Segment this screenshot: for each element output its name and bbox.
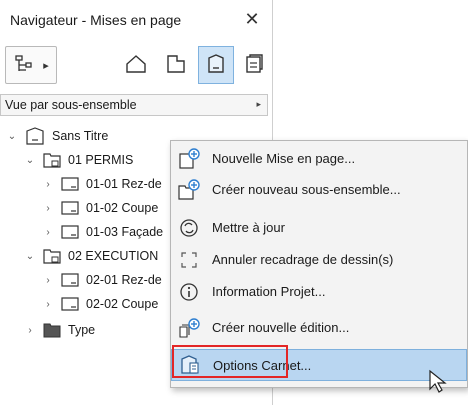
update-icon bbox=[177, 217, 201, 239]
tree-item-subset[interactable]: ⌄ 01 PERMIS bbox=[24, 148, 133, 172]
menu-item-label: Mettre à jour bbox=[212, 220, 285, 235]
chevron-right-icon[interactable]: › bbox=[42, 203, 54, 214]
layout-sheet-icon bbox=[60, 296, 80, 312]
layout-sheet-icon bbox=[60, 176, 80, 192]
menu-item-label: Créer nouvelle édition... bbox=[212, 320, 350, 335]
publisher-button[interactable] bbox=[238, 46, 270, 84]
menu-item-label: Annuler recadrage de dessin(s) bbox=[212, 252, 394, 267]
subset-folder-icon bbox=[42, 247, 62, 265]
chevron-right-icon[interactable]: › bbox=[24, 325, 36, 336]
layout-book-icon bbox=[204, 53, 228, 78]
master-folder-icon bbox=[42, 321, 62, 339]
menu-item-new-issue[interactable]: Créer nouvelle édition... bbox=[171, 313, 467, 343]
layout-map-button[interactable] bbox=[158, 46, 194, 84]
tree-item-root[interactable]: ⌄ Sans Titre bbox=[6, 124, 108, 148]
view-mode-select[interactable]: Vue par sous-ensemble ▸ bbox=[0, 94, 268, 116]
tree-item-label: 02 EXECUTION bbox=[68, 249, 159, 263]
menu-item-update[interactable]: Mettre à jour bbox=[171, 213, 467, 243]
menu-item-project-info[interactable]: Information Projet... bbox=[171, 277, 467, 307]
menu-item-cancel-crop[interactable]: Annuler recadrage de dessin(s) bbox=[171, 245, 467, 275]
title-bar: Navigateur - Mises en page ✕ bbox=[0, 0, 272, 40]
window-title: Navigateur - Mises en page bbox=[10, 12, 182, 28]
crop-icon bbox=[177, 249, 201, 271]
chevron-down-icon[interactable]: ⌄ bbox=[6, 131, 18, 142]
layout-icon bbox=[164, 53, 188, 78]
close-icon[interactable]: ✕ bbox=[240, 6, 264, 32]
tree-item-layout[interactable]: › 02-01 Rez-de bbox=[42, 268, 162, 292]
layout-sheet-icon bbox=[60, 272, 80, 288]
chevron-right-icon[interactable]: › bbox=[42, 299, 54, 310]
tree-item-folder[interactable]: › Type bbox=[24, 318, 95, 342]
house-icon bbox=[124, 53, 148, 78]
info-icon bbox=[177, 281, 201, 303]
tree-item-label: Sans Titre bbox=[52, 129, 109, 143]
new-issue-icon bbox=[177, 317, 201, 339]
layout-sheet-icon bbox=[60, 224, 80, 240]
project-map-icon bbox=[13, 54, 35, 77]
highlight-annotation-box bbox=[172, 345, 288, 378]
subset-folder-icon bbox=[42, 151, 62, 169]
dropdown-arrow-icon: ▸ bbox=[43, 59, 49, 72]
book-icon bbox=[24, 127, 46, 145]
tree-item-label: 01-02 Coupe bbox=[86, 201, 159, 215]
tree-item-label: 02-01 Rez-de bbox=[86, 273, 162, 287]
chevron-right-icon[interactable]: › bbox=[42, 227, 54, 238]
chevron-down-icon[interactable]: ⌄ bbox=[24, 155, 36, 166]
tree-item-subset[interactable]: ⌄ 02 EXECUTION bbox=[24, 244, 158, 268]
tree-item-label: 02-02 Coupe bbox=[86, 297, 159, 311]
tree-item-layout[interactable]: › 02-02 Coupe bbox=[42, 292, 158, 316]
view-mode-label: Vue par sous-ensemble bbox=[5, 98, 137, 112]
tree-item-layout[interactable]: › 01-03 Façade bbox=[42, 220, 163, 244]
chevron-right-icon[interactable]: › bbox=[42, 179, 54, 190]
layout-book-button[interactable] bbox=[198, 46, 234, 84]
menu-item-label: Information Projet... bbox=[212, 284, 326, 299]
new-subset-icon bbox=[177, 179, 201, 201]
view-map-button[interactable] bbox=[118, 46, 154, 84]
toolbar: ▸ bbox=[0, 46, 272, 88]
tree-item-label: 01-01 Rez-de bbox=[86, 177, 162, 191]
tree-item-label: 01-03 Façade bbox=[86, 225, 164, 239]
menu-item-new-subset[interactable]: Créer nouveau sous-ensemble... bbox=[171, 175, 467, 205]
new-layout-icon bbox=[177, 148, 201, 170]
select-arrow-icon: ▸ bbox=[256, 99, 261, 109]
tree-item-layout[interactable]: › 01-01 Rez-de bbox=[42, 172, 162, 196]
layout-sheet-icon bbox=[60, 200, 80, 216]
publisher-icon bbox=[243, 53, 265, 78]
mouse-pointer-icon bbox=[428, 369, 450, 398]
tree-item-label: Type bbox=[68, 323, 96, 337]
tree-item-label: 01 PERMIS bbox=[68, 153, 134, 167]
menu-item-label: Créer nouveau sous-ensemble... bbox=[212, 182, 401, 197]
tree-item-layout[interactable]: › 01-02 Coupe bbox=[42, 196, 158, 220]
project-map-button[interactable]: ▸ bbox=[5, 46, 57, 84]
menu-item-label: Nouvelle Mise en page... bbox=[212, 151, 356, 166]
chevron-right-icon[interactable]: › bbox=[42, 275, 54, 286]
menu-item-new-layout[interactable]: Nouvelle Mise en page... bbox=[171, 144, 467, 174]
chevron-down-icon[interactable]: ⌄ bbox=[24, 251, 36, 262]
